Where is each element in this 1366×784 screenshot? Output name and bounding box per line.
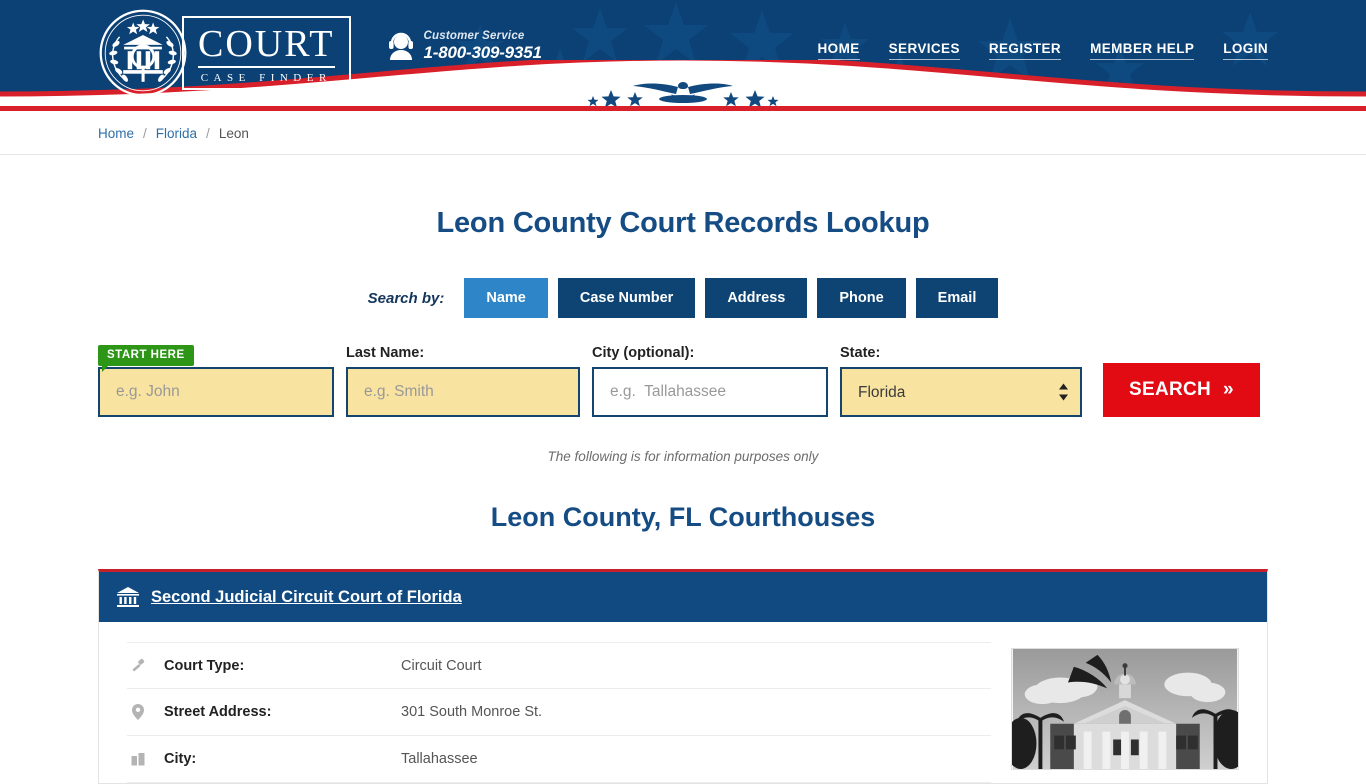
city-field-group: City (optional):: [592, 345, 828, 417]
detail-value-court-type: Circuit Court: [401, 657, 482, 674]
breadcrumb-bar: Home / Florida / Leon: [0, 111, 1366, 155]
tab-case-number[interactable]: Case Number: [557, 278, 696, 318]
courthouse-detail-list: Court Type: Circuit Court Street Address…: [127, 642, 1011, 783]
nav-item-services[interactable]: SERVICES: [888, 41, 960, 60]
last-name-label: Last Name:: [346, 345, 425, 361]
logo-wordmark: COURT CASE FINDER: [182, 16, 351, 90]
breadcrumb: Home / Florida / Leon: [98, 111, 1268, 155]
courthouse-name-link[interactable]: Second Judicial Circuit Court of Florida: [151, 588, 462, 607]
bank-icon: [117, 587, 139, 607]
site-header: COURT CASE FINDER Customer Service 1-800…: [0, 0, 1366, 106]
search-by-label: Search by:: [367, 289, 445, 307]
logo-secondary-text: CASE FINDER: [200, 72, 332, 84]
tab-name[interactable]: Name: [464, 278, 548, 318]
search-by-tabs: Search by: Name Case Number Address Phon…: [98, 278, 1268, 318]
customer-service-phone[interactable]: 1-800-309-9351: [424, 43, 542, 63]
main-navigation: HOME SERVICES REGISTER MEMBER HELP LOGIN: [817, 41, 1268, 60]
last-name-input[interactable]: [346, 367, 580, 417]
last-name-field-group: Last Name:: [346, 345, 580, 417]
gavel-icon: [127, 658, 149, 673]
breadcrumb-item-current: Leon: [218, 125, 249, 141]
detail-value-street-address: 301 South Monroe St.: [401, 704, 543, 720]
state-field-group: State: Florida: [840, 345, 1082, 417]
detail-label-street-address: Street Address:: [164, 704, 272, 720]
disclaimer-text: The following is for information purpose…: [547, 449, 819, 464]
nav-item-home[interactable]: HOME: [817, 41, 860, 60]
site-logo[interactable]: COURT CASE FINDER: [98, 8, 351, 98]
state-label: State:: [840, 345, 881, 361]
detail-value-city: Tallahassee: [401, 751, 478, 767]
city-icon: [127, 752, 149, 766]
city-input[interactable]: [592, 367, 828, 417]
detail-row-street-address: Street Address: 301 South Monroe St.: [127, 689, 991, 736]
tab-address[interactable]: Address: [705, 278, 808, 318]
state-select[interactable]: Florida: [840, 367, 1082, 417]
customer-service-label: Customer Service: [423, 30, 525, 42]
search-button-label: SEARCH: [1129, 379, 1212, 400]
search-form: START HERE First Name: Last Name: City (…: [98, 345, 1268, 417]
tab-email[interactable]: Email: [915, 278, 999, 318]
tab-phone[interactable]: Phone: [817, 278, 906, 318]
courthouse-card-header: Second Judicial Circuit Court of Florida: [99, 572, 1267, 622]
map-pin-icon: [127, 704, 149, 720]
start-here-badge: START HERE: [98, 345, 194, 372]
breadcrumb-separator: /: [206, 125, 210, 141]
main-content: Leon County Court Records Lookup Search …: [98, 207, 1268, 784]
breadcrumb-item-home[interactable]: Home: [98, 126, 134, 141]
detail-row-city: City: Tallahassee: [127, 736, 991, 783]
courthouse-card: Second Judicial Circuit Court of Florida…: [98, 569, 1268, 784]
logo-primary-text: COURT: [198, 24, 335, 68]
headset-agent-icon: [388, 32, 413, 60]
detail-row-court-type: Court Type: Circuit Court: [127, 642, 991, 689]
page-title: Leon County Court Records Lookup: [436, 207, 930, 239]
nav-item-member-help[interactable]: MEMBER HELP: [1090, 41, 1195, 60]
breadcrumb-item-florida[interactable]: Florida: [156, 126, 197, 141]
search-button-chevron-icon: »: [1223, 379, 1234, 400]
courthouse-card-body: Court Type: Circuit Court Street Address…: [99, 622, 1267, 783]
courthouse-photo: [1011, 648, 1239, 783]
court-seal-icon: [99, 9, 187, 97]
customer-service-block[interactable]: Customer Service 1-800-309-9351: [387, 30, 542, 63]
first-name-input[interactable]: [98, 367, 334, 417]
nav-item-login[interactable]: LOGIN: [1223, 41, 1268, 60]
search-button[interactable]: SEARCH »: [1103, 363, 1260, 417]
city-label: City (optional):: [592, 345, 695, 361]
breadcrumb-separator: /: [143, 125, 147, 141]
detail-label-court-type: Court Type:: [164, 657, 245, 674]
nav-item-register[interactable]: REGISTER: [988, 41, 1062, 60]
courthouses-heading: Leon County, FL Courthouses: [490, 502, 876, 532]
courthouse-photo-image: [1011, 648, 1239, 770]
eagle-emblem-icon: [587, 82, 779, 106]
detail-label-city: City:: [164, 751, 197, 767]
